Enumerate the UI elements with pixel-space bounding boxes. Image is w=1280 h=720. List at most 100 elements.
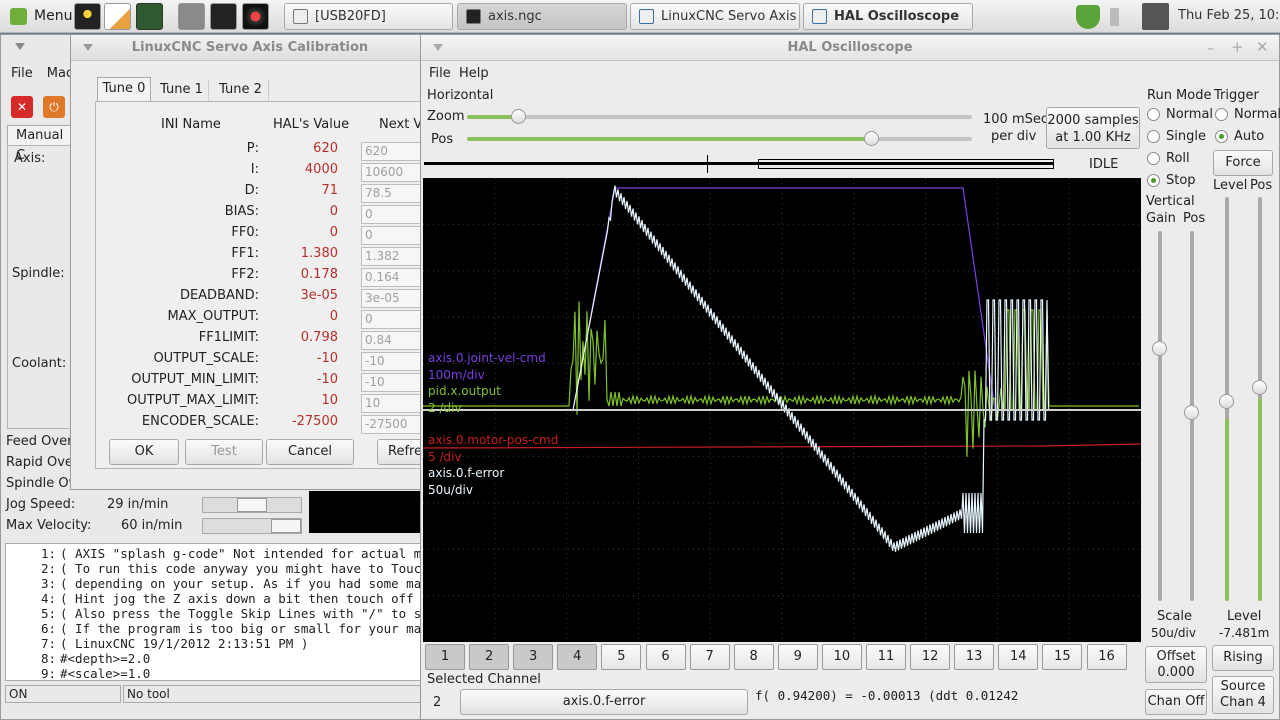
window-menu-icon[interactable]: [15, 43, 25, 51]
menu-file[interactable]: File: [11, 66, 33, 81]
trigger-level-slider-knob[interactable]: [1219, 394, 1234, 409]
zoom-slider-knob[interactable]: [510, 109, 526, 124]
run-mode-stop-radio[interactable]: [1147, 174, 1160, 187]
taskbar-window-usb[interactable]: [USB20FD]: [284, 3, 453, 30]
channel-button-14[interactable]: 14: [998, 644, 1039, 670]
terminal-icon[interactable]: [210, 3, 237, 30]
tab-tune-1[interactable]: Tune 1: [155, 80, 209, 101]
files-launcher-icon[interactable]: [178, 3, 205, 30]
channel-button-10[interactable]: 10: [821, 644, 862, 670]
record-window-frame: [758, 159, 1054, 169]
channel-button-12[interactable]: 12: [910, 644, 951, 670]
taskbar-window-scope[interactable]: HAL Oscilloscope: [803, 3, 973, 30]
force-button[interactable]: Force: [1213, 150, 1273, 176]
gcode-line[interactable]: 2: ( To run this code anyway you might ha…: [6, 561, 428, 576]
max-velocity-slider[interactable]: [202, 518, 302, 534]
gcode-line[interactable]: 9: #<scale>=1.0: [6, 666, 428, 680]
run-mode-roll-radio[interactable]: [1147, 152, 1160, 165]
webcam-launcher-icon[interactable]: [242, 3, 269, 30]
gcode-line[interactable]: 4: ( Hint jog the Z axis down a bit then …: [6, 591, 428, 606]
tab-tune-0[interactable]: Tune 0: [97, 77, 151, 101]
preview-area[interactable]: [309, 491, 429, 533]
window-menu-icon[interactable]: [433, 44, 443, 52]
pos-slider-knob[interactable]: [864, 131, 879, 146]
gcode-line[interactable]: 7: ( LinuxCNC 19/1/2012 2:13:51 PM ): [6, 636, 428, 651]
tux-launcher-icon[interactable]: [74, 3, 101, 30]
run-mode-roll[interactable]: Roll: [1166, 151, 1190, 166]
trigger-auto-radio[interactable]: [1215, 130, 1228, 143]
gcode-line[interactable]: 6: ( If the program is too big or small f…: [6, 621, 428, 636]
ok-button[interactable]: OK: [109, 439, 179, 465]
network-disconnected-icon[interactable]: [1142, 3, 1169, 30]
volume-icon[interactable]: [1110, 8, 1132, 26]
maximize-icon[interactable]: +: [1231, 38, 1244, 56]
samples-button[interactable]: 2000 samples at 1.00 KHz: [1046, 107, 1140, 149]
vertical-pos-slider-knob[interactable]: [1184, 405, 1199, 420]
scope-menu-file[interactable]: File: [429, 66, 451, 81]
power-button[interactable]: ⏻: [43, 96, 65, 118]
tab-tune-2[interactable]: Tune 2: [213, 80, 269, 101]
scope-display[interactable]: axis.0.joint-vel-cmd 100m/div pid.x.outp…: [423, 178, 1141, 642]
channel-button-7[interactable]: 7: [689, 644, 730, 670]
channel-button-15[interactable]: 15: [1042, 644, 1083, 670]
trigger-pos-slider-knob[interactable]: [1252, 380, 1267, 395]
window-menu-icon[interactable]: [83, 44, 93, 52]
run-mode-stop[interactable]: Stop: [1166, 173, 1196, 188]
estop-button[interactable]: ✕: [11, 96, 33, 118]
param-name: OUTPUT_SCALE:: [153, 351, 259, 366]
trigger-normal[interactable]: Normal: [1234, 107, 1280, 122]
channel-button-11[interactable]: 11: [866, 644, 906, 670]
run-mode-single[interactable]: Single: [1166, 129, 1206, 144]
channel-button-9[interactable]: 9: [777, 644, 818, 670]
trigger-auto[interactable]: Auto: [1234, 129, 1264, 144]
minimize-icon[interactable]: –: [1207, 39, 1215, 57]
close-icon[interactable]: ✕: [1256, 38, 1269, 56]
offset-button[interactable]: Offset 0.000: [1145, 646, 1207, 683]
gcode-line[interactable]: 3: ( depending on your setup. As if you h…: [6, 576, 428, 591]
test-button[interactable]: Test: [185, 439, 263, 465]
rate-line2: per div: [991, 129, 1037, 144]
channel-button-1[interactable]: 1: [425, 644, 465, 670]
gain-slider-knob[interactable]: [1152, 341, 1167, 356]
channel-button-5[interactable]: 5: [601, 644, 642, 670]
shield-check-icon[interactable]: [1076, 5, 1100, 29]
run-mode-normal-radio[interactable]: [1147, 108, 1160, 121]
jog-speed-slider[interactable]: [202, 497, 302, 513]
gcode-line[interactable]: 8: #<depth>=2.0: [6, 651, 428, 666]
taskbar-window-axis[interactable]: axis.ngc: [457, 3, 627, 30]
channel-button-3[interactable]: 3: [513, 644, 554, 670]
scope-menu-help[interactable]: Help: [459, 66, 489, 81]
channel-button-13[interactable]: 13: [954, 644, 995, 670]
clock[interactable]: Thu Feb 25, 10:11: [1178, 8, 1280, 23]
gcode-line[interactable]: 5: ( Also press the Toggle Skip Lines wit…: [6, 606, 428, 621]
gcode-listing[interactable]: 1: ( AXIS "splash g-code" Not intended fo…: [5, 543, 429, 681]
channel-button-2[interactable]: 2: [469, 644, 510, 670]
trigger-normal-radio[interactable]: [1215, 108, 1228, 121]
rising-button[interactable]: Rising: [1212, 645, 1274, 671]
max-velocity-slider-thumb[interactable]: [271, 519, 301, 533]
run-mode-single-radio[interactable]: [1147, 130, 1160, 143]
scope-titlebar[interactable]: HAL Oscilloscope: [421, 35, 1279, 61]
terminal-launcher-icon[interactable]: [136, 3, 163, 30]
taskbar-window-label: axis.ngc: [488, 9, 542, 24]
taskbar-window-calibration[interactable]: LinuxCNC Servo Axis ...: [630, 3, 800, 30]
run-mode-normal[interactable]: Normal: [1166, 107, 1213, 122]
trigger-pos-slider[interactable]: [1258, 197, 1262, 601]
channel-button-16[interactable]: 16: [1086, 644, 1127, 670]
cancel-button[interactable]: Cancel: [266, 439, 354, 465]
text-editor-launcher-icon[interactable]: [104, 3, 131, 30]
jog-speed-slider-thumb[interactable]: [237, 498, 267, 512]
channel-button-8[interactable]: 8: [733, 644, 774, 670]
selected-channel-button[interactable]: axis.0.f-error: [460, 689, 748, 715]
zoom-slider[interactable]: [467, 109, 972, 124]
gain-slider[interactable]: [1158, 231, 1162, 601]
source-button[interactable]: Source Chan 4: [1212, 676, 1274, 714]
chan-off-button[interactable]: Chan Off: [1145, 689, 1207, 715]
channel-button-4[interactable]: 4: [557, 644, 598, 670]
mint-menu-button[interactable]: Menu: [4, 3, 72, 30]
pos-slider[interactable]: [467, 131, 972, 146]
channel-button-6[interactable]: 6: [645, 644, 686, 670]
calibration-titlebar[interactable]: LinuxCNC Servo Axis Calibration: [71, 35, 429, 61]
gcode-line[interactable]: 1: ( AXIS "splash g-code" Not intended fo…: [6, 546, 428, 561]
manual-tab[interactable]: Manual C: [7, 125, 77, 163]
